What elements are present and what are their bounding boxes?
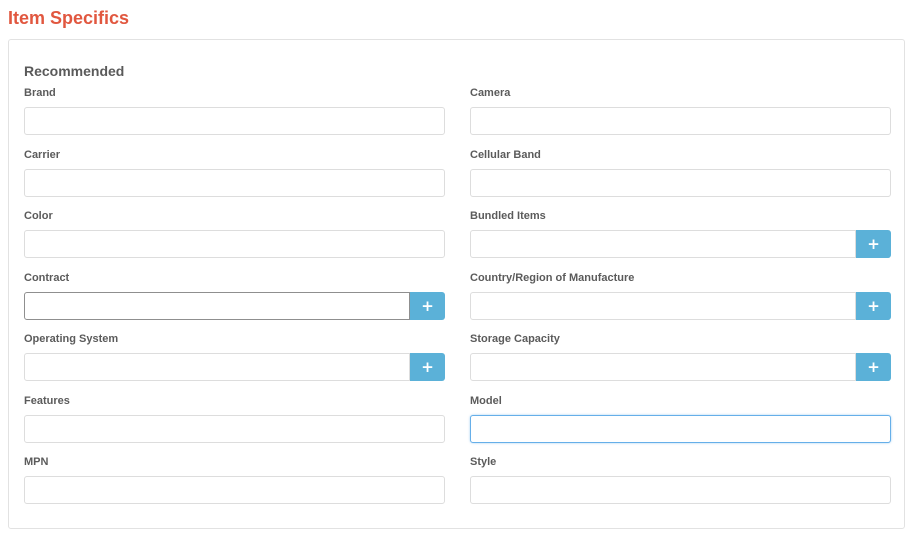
page-title: Item Specifics	[8, 8, 130, 28]
operating-system-input[interactable]	[24, 353, 410, 381]
operating-system-add-button[interactable]: +	[410, 353, 445, 381]
mpn-label: MPN	[24, 456, 49, 468]
mpn-input[interactable]	[24, 476, 445, 504]
style-field-group: Style	[470, 455, 891, 504]
operating-system-label: Operating System	[24, 333, 119, 345]
style-input[interactable]	[470, 476, 891, 504]
section-title-recommended: Recommended	[24, 63, 125, 79]
storage-capacity-add-button[interactable]: +	[856, 353, 891, 381]
storage-capacity-label: Storage Capacity	[470, 333, 560, 345]
plus-icon: +	[421, 296, 434, 315]
operating-system-field-group: Operating System +	[24, 332, 445, 381]
bundled-items-add-button[interactable]: +	[856, 230, 891, 258]
storage-capacity-field-group: Storage Capacity +	[470, 332, 891, 381]
plus-icon: +	[867, 296, 880, 315]
country-region-input[interactable]	[470, 292, 856, 320]
color-field-group: Color	[24, 209, 445, 258]
bundled-items-label: Bundled Items	[470, 210, 546, 222]
country-region-field-group: Country/Region of Manufacture +	[470, 271, 891, 320]
item-specifics-panel: Recommended Brand Camera Carrier Cellula…	[8, 39, 905, 529]
brand-label: Brand	[24, 87, 56, 99]
plus-icon: +	[867, 357, 880, 376]
plus-icon: +	[867, 234, 880, 253]
model-field-group: Model	[470, 394, 891, 443]
model-input[interactable]	[470, 415, 891, 443]
color-label: Color	[24, 210, 53, 222]
storage-capacity-input[interactable]	[470, 353, 856, 381]
country-region-add-button[interactable]: +	[856, 292, 891, 320]
features-label: Features	[24, 395, 70, 407]
camera-field-group: Camera	[470, 86, 891, 135]
cellular-band-input[interactable]	[470, 169, 891, 197]
cellular-band-field-group: Cellular Band	[470, 148, 891, 197]
carrier-input[interactable]	[24, 169, 445, 197]
model-label: Model	[470, 395, 502, 407]
style-label: Style	[470, 456, 497, 468]
brand-field-group: Brand	[24, 86, 445, 135]
contract-label: Contract	[24, 272, 70, 284]
mpn-field-group: MPN	[24, 455, 445, 504]
camera-label: Camera	[470, 87, 511, 99]
contract-input[interactable]	[24, 292, 410, 320]
brand-input[interactable]	[24, 107, 445, 135]
country-region-label: Country/Region of Manufacture	[470, 272, 635, 284]
contract-field-group: Contract +	[24, 271, 445, 320]
color-input[interactable]	[24, 230, 445, 258]
features-field-group: Features	[24, 394, 445, 443]
features-input[interactable]	[24, 415, 445, 443]
carrier-field-group: Carrier	[24, 148, 445, 197]
bundled-items-field-group: Bundled Items +	[470, 209, 891, 258]
carrier-label: Carrier	[24, 149, 61, 161]
cellular-band-label: Cellular Band	[470, 149, 541, 161]
plus-icon: +	[421, 357, 434, 376]
contract-add-button[interactable]: +	[410, 292, 445, 320]
camera-input[interactable]	[470, 107, 891, 135]
bundled-items-input[interactable]	[470, 230, 856, 258]
